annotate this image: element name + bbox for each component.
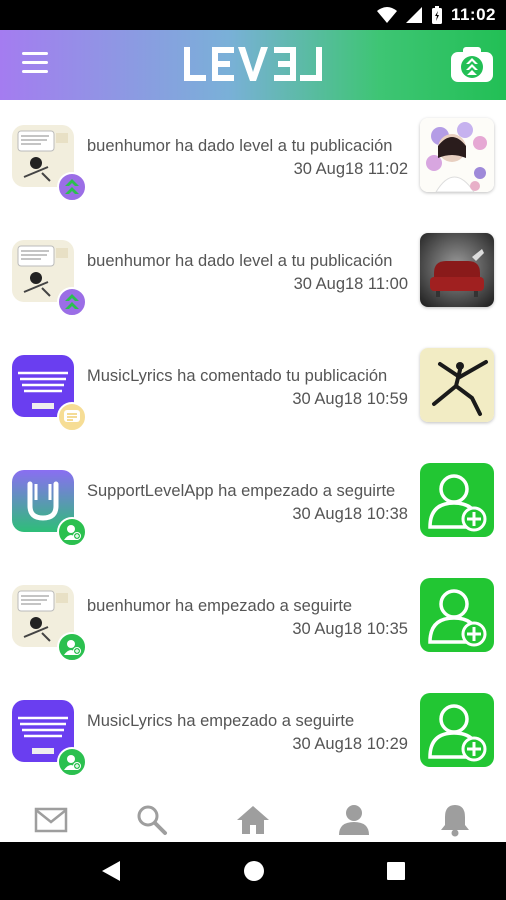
profile-icon[interactable] xyxy=(329,800,379,840)
notification-text: MusicLyrics ha comentado tu publicación xyxy=(87,367,388,385)
battery-icon xyxy=(431,6,442,24)
mail-icon[interactable] xyxy=(26,800,76,840)
red-sofa-photo[interactable] xyxy=(420,233,494,307)
notification-text: buenhumor ha dado level a tu publicación xyxy=(87,137,393,155)
level-logo xyxy=(0,44,506,89)
wifi-icon xyxy=(376,7,397,23)
dancer-silhouette-photo[interactable] xyxy=(420,348,494,422)
comment-icon xyxy=(57,402,87,432)
app-header xyxy=(0,30,506,100)
recents-icon[interactable] xyxy=(386,861,406,881)
back-icon[interactable] xyxy=(100,859,122,883)
notification-text: buenhumor ha empezado a seguirte xyxy=(87,597,353,615)
notification-timestamp: 30 Aug18 11:02 xyxy=(293,160,408,178)
notification-timestamp: 30 Aug18 10:29 xyxy=(292,735,408,753)
notification-row[interactable]: buenhumor ha dado level a tu publicación… xyxy=(0,100,506,215)
notification-row[interactable]: buenhumor ha dado level a tu publicación… xyxy=(0,215,506,330)
search-icon[interactable] xyxy=(127,800,177,840)
add-user-icon[interactable] xyxy=(420,463,494,537)
cell-signal-icon xyxy=(405,7,422,23)
follow-user-icon xyxy=(57,517,87,547)
follow-user-icon xyxy=(57,747,87,777)
notifications-list: buenhumor ha dado level a tu publicación… xyxy=(0,100,506,790)
notifications-bell-icon[interactable] xyxy=(430,800,480,840)
flower-portrait-photo[interactable] xyxy=(420,118,494,192)
home-icon[interactable] xyxy=(228,800,278,840)
notification-text: SupportLevelApp ha empezado a seguirte xyxy=(87,482,396,500)
add-user-icon[interactable] xyxy=(420,693,494,767)
add-user-icon[interactable] xyxy=(420,578,494,652)
camera-level-icon[interactable] xyxy=(450,44,494,84)
bottom-navigation xyxy=(0,798,506,842)
notification-timestamp: 30 Aug18 11:00 xyxy=(293,275,408,293)
notification-row[interactable]: SupportLevelApp ha empezado a seguirte 3… xyxy=(0,445,506,560)
follow-user-icon xyxy=(57,632,87,662)
level-up-icon xyxy=(57,287,87,317)
home-circle-icon[interactable] xyxy=(242,859,266,883)
notification-timestamp: 30 Aug18 10:35 xyxy=(292,620,408,638)
level-up-icon xyxy=(57,172,87,202)
notification-row[interactable]: buenhumor ha empezado a seguirte 30 Aug1… xyxy=(0,560,506,675)
notification-row[interactable]: MusicLyrics ha comentado tu publicación … xyxy=(0,330,506,445)
status-bar: 11:02 xyxy=(0,0,506,30)
system-navigation-bar xyxy=(0,842,506,900)
notification-timestamp: 30 Aug18 10:59 xyxy=(292,390,408,408)
notification-text: MusicLyrics ha empezado a seguirte xyxy=(87,712,355,730)
notification-timestamp: 30 Aug18 10:38 xyxy=(292,505,408,523)
notification-text: buenhumor ha dado level a tu publicación xyxy=(87,252,393,270)
status-time: 11:02 xyxy=(450,5,496,24)
notification-row[interactable]: MusicLyrics ha empezado a seguirte 30 Au… xyxy=(0,675,506,790)
